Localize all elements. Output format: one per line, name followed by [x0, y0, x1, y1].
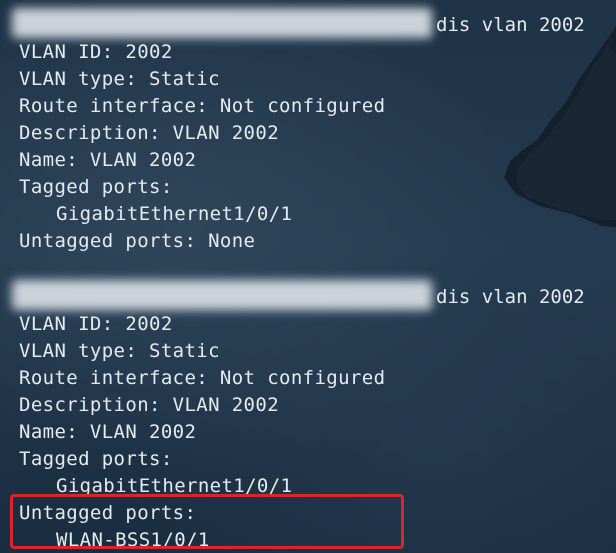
- wallpaper-cliff: [504, 26, 616, 228]
- command-tail: dis vlan 2002: [436, 14, 585, 36]
- terminal-line: Untagged ports: None: [19, 230, 256, 252]
- terminal-line: GigabitEthernet1/0/1: [56, 203, 293, 225]
- terminal-line: Route interface: Not configured: [19, 95, 386, 117]
- terminal-line: VLAN type: Static: [19, 340, 220, 362]
- redacted-prompt: [12, 280, 432, 310]
- terminal-line: VLAN ID: 2002: [19, 313, 173, 335]
- terminal-line: VLAN ID: 2002: [19, 41, 173, 63]
- terminal-line: Description: VLAN 2002: [19, 394, 280, 416]
- redacted-prompt: [12, 8, 432, 38]
- terminal-window[interactable]: dis vlan 2002 VLAN ID: 2002 VLAN type: S…: [0, 0, 616, 553]
- terminal-line: Tagged ports:: [19, 448, 173, 470]
- terminal-line: VLAN type: Static: [19, 68, 220, 90]
- terminal-line: Route interface: Not configured: [19, 367, 386, 389]
- terminal-line: Name: VLAN 2002: [19, 149, 197, 171]
- terminal-line: Description: VLAN 2002: [19, 122, 280, 144]
- highlight-box: [10, 494, 404, 549]
- terminal-line: Name: VLAN 2002: [19, 421, 197, 443]
- command-tail: dis vlan 2002: [436, 286, 585, 308]
- terminal-line: Tagged ports:: [19, 176, 173, 198]
